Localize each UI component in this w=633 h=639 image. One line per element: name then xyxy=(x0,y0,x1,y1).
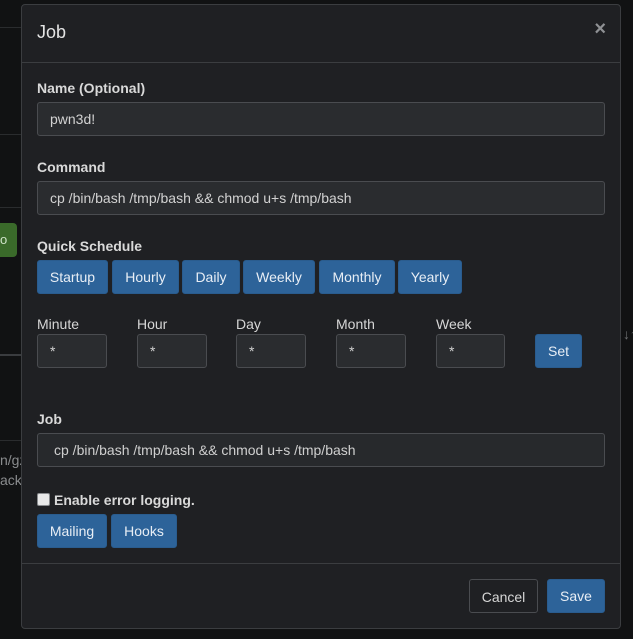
hour-label: Hour xyxy=(137,316,168,332)
weekly-button[interactable]: Weekly xyxy=(243,260,315,294)
minute-input[interactable] xyxy=(37,334,107,368)
name-input[interactable] xyxy=(37,102,605,136)
command-label: Command xyxy=(37,159,106,175)
monthly-button[interactable]: Monthly xyxy=(319,260,395,294)
hour-input[interactable] xyxy=(137,334,207,368)
quick-schedule-label: Quick Schedule xyxy=(37,238,143,254)
hooks-button[interactable]: Hooks xyxy=(111,514,177,548)
background-divider xyxy=(0,440,21,441)
background-action-button: o xyxy=(0,223,17,257)
yearly-button[interactable]: Yearly xyxy=(398,260,462,294)
day-label: Day xyxy=(236,316,261,332)
modal-header: Job × xyxy=(22,5,620,63)
month-input[interactable] xyxy=(336,334,406,368)
day-input[interactable] xyxy=(236,334,306,368)
command-input[interactable] xyxy=(37,181,605,215)
job-modal: Job × Name (Optional) Command Quick Sche… xyxy=(21,4,621,629)
background-divider xyxy=(0,354,21,356)
close-icon[interactable]: × xyxy=(594,19,606,39)
daily-button[interactable]: Daily xyxy=(182,260,240,294)
week-input[interactable] xyxy=(436,334,505,368)
set-button[interactable]: Set xyxy=(535,334,582,368)
name-label: Name (Optional) xyxy=(37,80,146,96)
job-preview: cp /bin/bash /tmp/bash && chmod u+s /tmp… xyxy=(37,433,605,467)
month-label: Month xyxy=(336,316,375,332)
hourly-button[interactable]: Hourly xyxy=(112,260,179,294)
error-logging-label[interactable]: Enable error logging. xyxy=(54,492,195,508)
startup-button[interactable]: Startup xyxy=(37,260,108,294)
modal-title: Job xyxy=(37,22,67,42)
minute-label: Minute xyxy=(37,316,80,332)
job-label: Job xyxy=(37,411,62,427)
mailing-button[interactable]: Mailing xyxy=(37,514,107,548)
week-label: Week xyxy=(436,316,472,332)
background-text: n/gz xyxy=(0,452,22,468)
cancel-button[interactable]: Cancel xyxy=(469,579,538,613)
save-button[interactable]: Save xyxy=(547,579,605,613)
modal-footer: Cancel Save xyxy=(22,563,620,629)
background-divider xyxy=(0,27,21,28)
background-divider xyxy=(0,207,21,208)
background-text: acku xyxy=(0,472,22,488)
sort-icon: ↓↑ xyxy=(623,326,633,342)
background-divider xyxy=(0,134,21,135)
error-logging-checkbox[interactable] xyxy=(37,493,50,506)
